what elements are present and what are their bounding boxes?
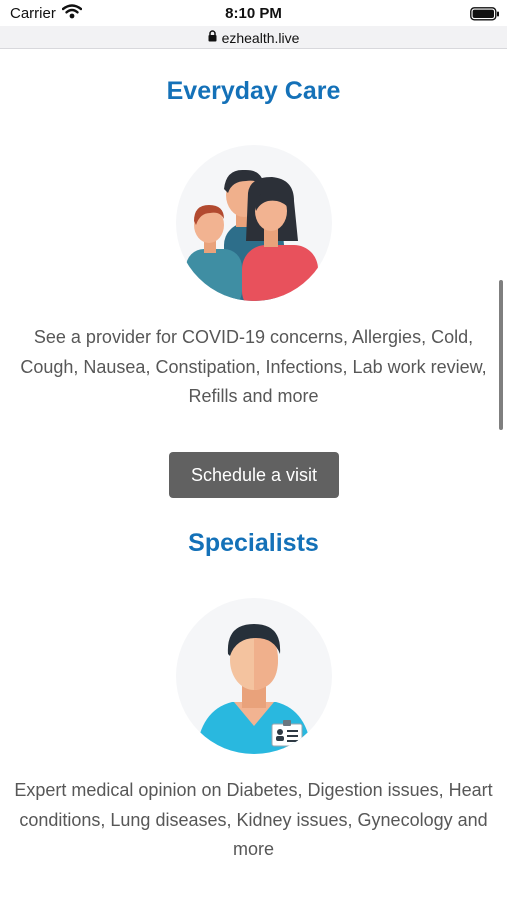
status-time: 8:10 PM <box>225 5 282 22</box>
doctor-illustration <box>176 598 332 754</box>
section-description-everyday-care: See a provider for COVID-19 concerns, Al… <box>20 327 487 406</box>
section-title-specialists: Specialists <box>188 529 319 557</box>
lock-icon <box>208 29 217 47</box>
scrollbar[interactable] <box>499 280 503 430</box>
family-illustration <box>176 145 332 301</box>
battery-icon <box>470 7 500 26</box>
url-text: ezhealth.live <box>221 30 300 46</box>
schedule-visit-button[interactable]: Schedule a visit <box>169 452 339 498</box>
section-title-everyday-care: Everyday Care <box>166 77 341 105</box>
browser-url-bar[interactable]: ezhealth.live <box>0 26 507 49</box>
status-bar: Carrier 8:10 PM <box>0 0 507 26</box>
section-description-specialists: Expert medical opinion on Diabetes, Dige… <box>14 780 493 859</box>
